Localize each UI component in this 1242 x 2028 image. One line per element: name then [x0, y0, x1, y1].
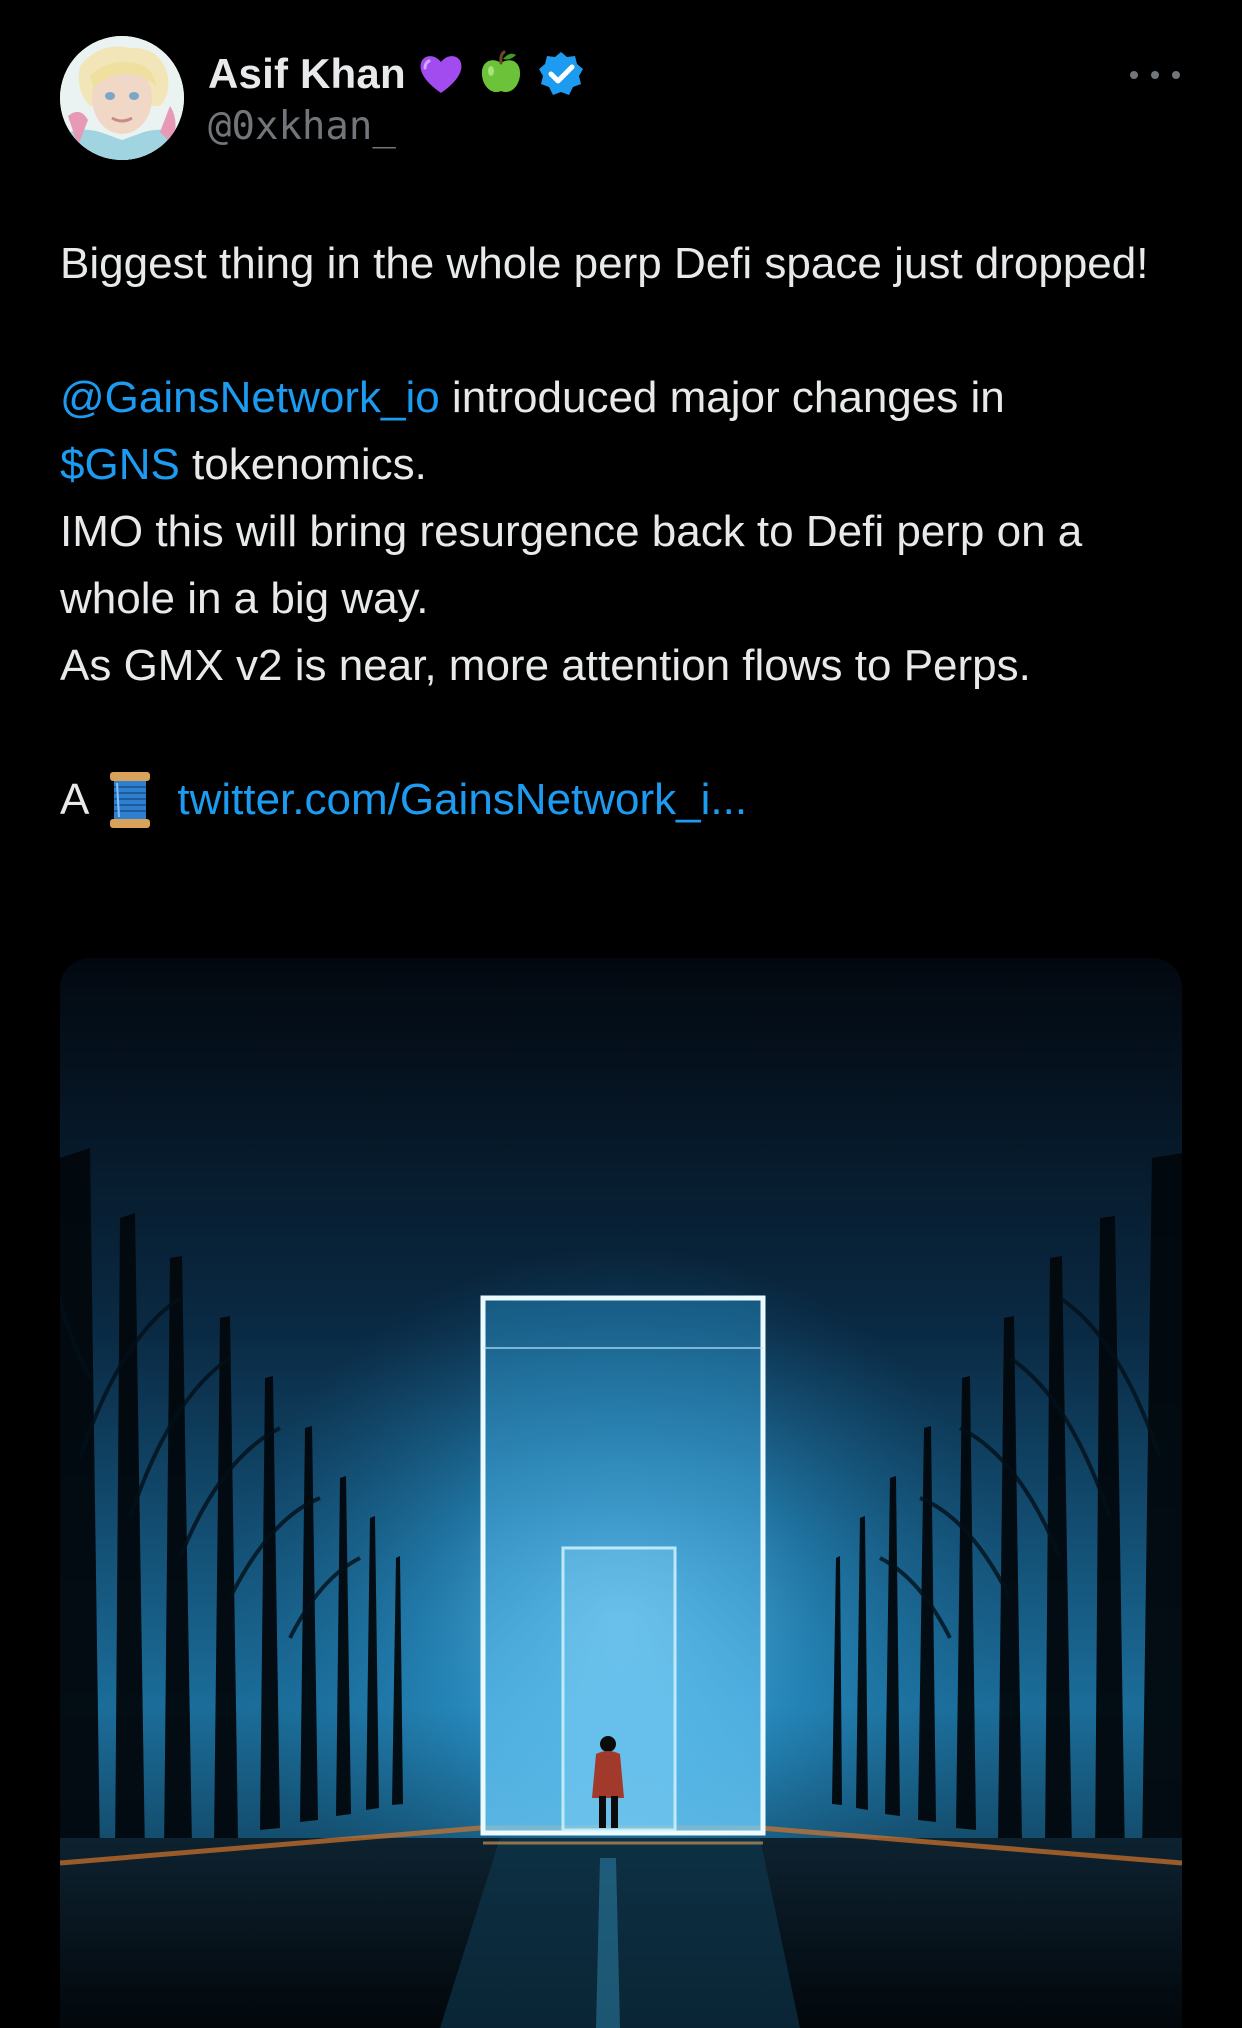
- tweet-line-intro: Biggest thing in the whole perp Defi spa…: [60, 239, 1149, 288]
- thread-link[interactable]: twitter.com/GainsNetwork_i...: [177, 766, 747, 833]
- avatar[interactable]: [60, 36, 184, 160]
- purple-heart-icon: [420, 56, 462, 93]
- dot: [1130, 71, 1138, 79]
- thread-prefix: A: [60, 775, 90, 824]
- more-options-icon[interactable]: [1130, 60, 1180, 90]
- green-apple-icon: [481, 50, 520, 93]
- tweet-line-gmx: As GMX v2 is near, more attention flows …: [60, 641, 1031, 690]
- dot: [1172, 71, 1180, 79]
- tweet-line-thread: A twitter.com/GainsNetwork_i...: [60, 766, 1190, 833]
- dot: [1151, 71, 1159, 79]
- author-name-row: Asif Khan: [208, 44, 586, 104]
- glowing-portal-image: [60, 958, 1182, 2028]
- verified-badge-icon: [538, 52, 583, 95]
- avatar-image: [60, 36, 184, 160]
- spool-of-thread-icon: [110, 771, 151, 828]
- tweet-text-segment: tokenomics.: [179, 440, 427, 489]
- mention-link[interactable]: @GainsNetwork_io: [60, 373, 440, 422]
- tweet-text: Biggest thing in the whole perp Defi spa…: [60, 230, 1190, 833]
- display-name[interactable]: Asif Khan: [208, 50, 406, 98]
- tweet-line-imo: IMO this will bring resurgence back to D…: [60, 507, 1083, 623]
- tweet: Asif Khan @0xkhan_ Biggest thing in the …: [0, 0, 1242, 2028]
- handle[interactable]: @0xkhan_: [208, 104, 396, 149]
- tweet-line-cashtag: $GNS tokenomics.: [60, 431, 1190, 498]
- cashtag-link[interactable]: $GNS: [60, 440, 180, 489]
- tweet-image[interactable]: [60, 958, 1182, 2028]
- tweet-text-segment: introduced major changes in: [439, 373, 1005, 422]
- tweet-line-mention: @GainsNetwork_io introduced major change…: [60, 364, 1190, 431]
